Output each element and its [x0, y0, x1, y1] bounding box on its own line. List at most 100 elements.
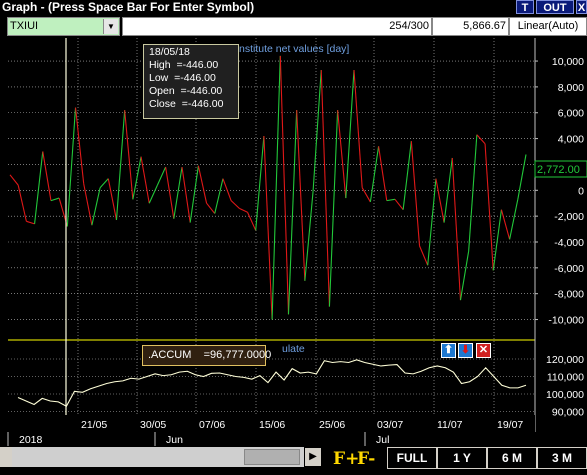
range-1y-button[interactable]: 1 Y	[437, 447, 487, 469]
series-segment	[181, 166, 191, 223]
scroll-left-arrow[interactable]	[0, 447, 12, 467]
indicator-y-tick: 110,000	[547, 372, 584, 384]
series-segment	[287, 110, 298, 315]
series-segment	[165, 166, 175, 219]
series-segment	[34, 151, 44, 224]
time-scrollbar-track[interactable]	[12, 447, 304, 467]
series-segment	[517, 154, 527, 200]
series-segment	[410, 141, 421, 246]
y-tick-label: -8,000	[554, 289, 584, 301]
series-segment	[66, 107, 77, 227]
series-segment	[451, 157, 462, 301]
accum-value: =96,777.0000	[203, 349, 272, 361]
series-segment	[320, 70, 330, 307]
y-tick-label: -2,000	[554, 211, 584, 223]
series-segment	[386, 198, 396, 202]
series-segment	[9, 174, 19, 186]
series-segment	[156, 166, 167, 186]
series-segment	[476, 134, 486, 145]
tooltip-low: =-446.00	[174, 72, 216, 84]
series-segment	[459, 250, 470, 301]
tooltip-open: =-446.00	[180, 85, 223, 97]
series-segment	[26, 220, 35, 225]
series-segment	[378, 146, 388, 201]
series-segment	[132, 156, 142, 200]
x-tick-label: 19/07	[497, 419, 523, 431]
series-segment	[419, 245, 429, 266]
series-segment	[443, 157, 453, 223]
tooltip-low-label: Low	[149, 72, 169, 84]
y-tick-label: 10,000	[552, 56, 584, 68]
series-segment	[328, 110, 339, 307]
series-segment	[394, 198, 404, 211]
series-segment	[279, 55, 290, 315]
series-segment	[91, 187, 101, 226]
y-tick-label: -10,000	[548, 315, 584, 327]
series-segment	[509, 199, 519, 240]
series-segment	[312, 70, 322, 192]
series-segment	[50, 197, 60, 202]
tooltip-high-label: High	[149, 59, 171, 71]
range-3m-button[interactable]: 3 M	[537, 447, 587, 469]
series-segment	[83, 183, 93, 226]
series-segment	[148, 184, 158, 204]
tooltip-high: =-446.00	[176, 59, 219, 71]
x-tick-label: 21/05	[81, 419, 107, 431]
x-tick-label: 15/06	[259, 419, 285, 431]
series-segment	[353, 70, 363, 188]
series-segment	[492, 209, 502, 271]
accum-label: .ACCUM	[148, 349, 192, 361]
zoom-out-button[interactable]: F-	[357, 449, 375, 469]
range-6m-button[interactable]: 6 M	[487, 447, 537, 469]
period-label: Jun	[166, 434, 183, 446]
tooltip-date: 18/05/18	[149, 46, 190, 58]
scrollbar-thumb[interactable]	[244, 449, 300, 465]
series-segment	[484, 143, 494, 271]
series-segment	[337, 110, 347, 199]
y-tick-label: -6,000	[554, 263, 584, 275]
x-tick-label: 30/05	[140, 419, 166, 431]
y-tick-label: -4,000	[554, 237, 584, 249]
indicator-legend: ulate	[282, 343, 305, 355]
scroll-right-arrow[interactable]: ▶	[305, 448, 321, 466]
series-segment	[214, 178, 224, 214]
tooltip-open-label: Open	[149, 85, 175, 97]
series-segment	[369, 146, 380, 203]
series-segment	[197, 165, 208, 204]
move-up-icon[interactable]: ⬆	[441, 343, 456, 358]
series-segment	[345, 70, 355, 199]
series-segment	[222, 178, 232, 201]
series-segment	[140, 156, 150, 204]
series-segment	[230, 200, 240, 209]
tooltip-close-label: Close	[149, 98, 176, 110]
indicator-y-tick: 90,000	[552, 407, 584, 419]
x-tick-label: 07/06	[199, 419, 225, 431]
x-tick-label: 03/07	[377, 419, 403, 431]
y-tick-label: 4,000	[558, 134, 584, 146]
period-label: Jul	[376, 434, 389, 446]
x-tick-label: 25/06	[319, 419, 345, 431]
series-segment	[304, 191, 314, 281]
series-segment	[124, 110, 134, 200]
y-tick-label: 0	[578, 185, 584, 197]
series-segment	[173, 166, 183, 219]
series-segment	[115, 110, 126, 221]
zoom-in-button[interactable]: F+	[333, 449, 359, 469]
series-segment	[271, 55, 281, 320]
range-full-button[interactable]: FULL	[387, 447, 437, 469]
indicator-y-tick: 120,000	[546, 354, 584, 366]
series-segment	[500, 209, 511, 240]
series-segment	[427, 178, 437, 266]
period-label: 2018	[19, 434, 43, 446]
move-down-icon[interactable]: ⬇	[458, 343, 473, 358]
remove-indicator-icon[interactable]: ✕	[476, 343, 491, 358]
series-segment	[206, 202, 216, 214]
indicator-y-tick: 100,000	[546, 389, 584, 401]
series-segment	[247, 212, 257, 231]
last-value-label: 2,772.00	[537, 164, 580, 176]
y-tick-label: 6,000	[558, 108, 584, 120]
accum-line	[17, 359, 527, 407]
x-tick-label: 11/07	[437, 419, 463, 431]
chart-area[interactable]: Futures-Institute net values [day] ulate…	[0, 0, 587, 475]
y-tick-label: 8,000	[558, 82, 584, 94]
